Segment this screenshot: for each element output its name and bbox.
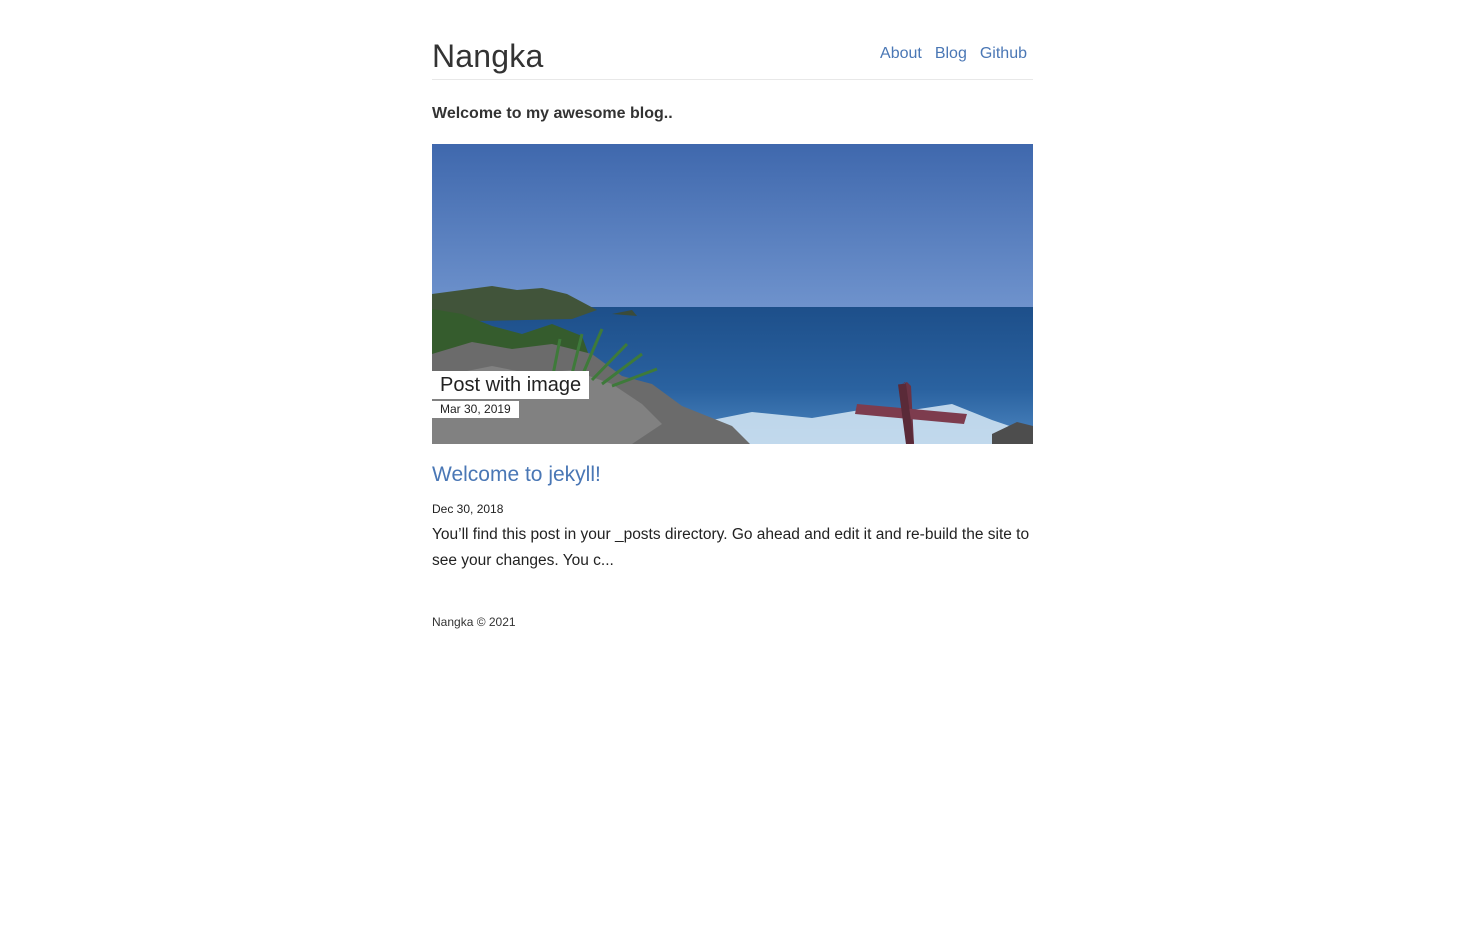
- intro-text: Welcome to my awesome blog..: [432, 105, 673, 122]
- main-nav: About Blog Github: [880, 45, 1027, 63]
- featured-post-card[interactable]: Post with image Mar 30, 2019: [432, 144, 1033, 444]
- post-title-link[interactable]: Welcome to jekyll!: [432, 463, 601, 487]
- page-container: Nangka About Blog Github Welcome to my a…: [432, 0, 1033, 629]
- featured-post-title[interactable]: Post with image: [432, 371, 590, 399]
- featured-post-date: Mar 30, 2019: [432, 401, 519, 418]
- featured-post-image: [432, 144, 1033, 444]
- site-title-link[interactable]: Nangka: [432, 38, 544, 75]
- post-date: Dec 30, 2018: [432, 502, 504, 516]
- nav-github-link[interactable]: Github: [980, 45, 1027, 63]
- nav-about-link[interactable]: About: [880, 45, 922, 63]
- site-header: Nangka About Blog Github: [432, 0, 1033, 80]
- nav-blog-link[interactable]: Blog: [935, 45, 967, 63]
- site-footer: Nangka © 2021: [432, 615, 516, 629]
- post-excerpt: You’ll find this post in your _posts dir…: [432, 526, 1030, 569]
